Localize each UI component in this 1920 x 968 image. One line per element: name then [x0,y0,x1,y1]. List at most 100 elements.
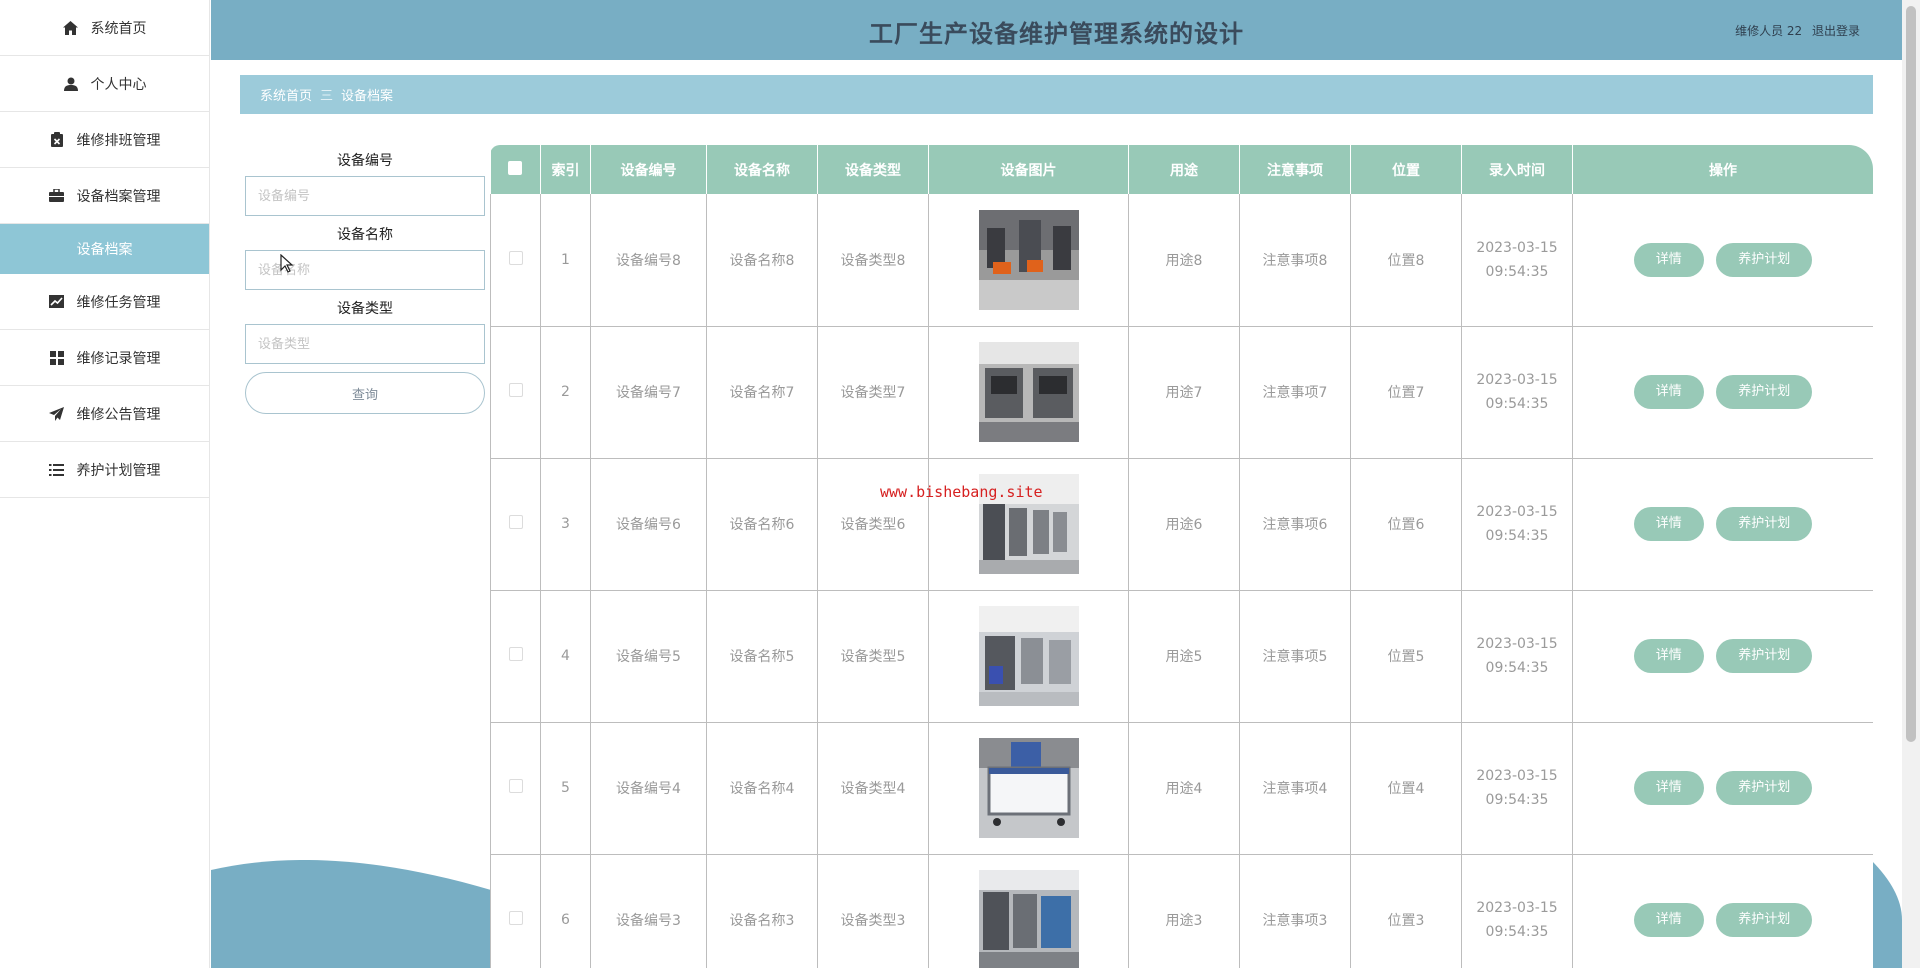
notes-cell: 注意事项8 [1239,194,1351,327]
row-checkbox[interactable] [508,383,523,397]
chart-icon [49,294,65,310]
actions-cell: 详情 养护计划 [1572,854,1873,968]
table-row: 6 设备编号3 设备名称3 设备类型3 用途3 注意事项3 位置3 2023-0… [490,854,1873,968]
sidebar-item-label: 设备档案 [76,242,133,258]
name-cell: 设备名称5 [706,590,818,723]
sidebar-item-label: 养护计划管理 [76,462,161,479]
user-area: 维修人员 22 退出登录 [1729,22,1860,39]
image-cell [928,326,1129,459]
sidebar-item-label: 设备档案管理 [76,188,161,205]
date-text: 2023-03-15 [1476,504,1558,520]
detail-button[interactable]: 详情 [1633,507,1704,541]
row-select-cell[interactable] [490,722,541,855]
sidebar-item-notices[interactable]: 维修公告管理 [0,386,209,442]
name-cell: 设备名称8 [706,194,818,327]
index-cell: 5 [540,722,591,855]
sidebar-item-records[interactable]: 维修记录管理 [0,330,209,386]
maintenance-plan-button[interactable]: 养护计划 [1716,639,1813,673]
scrollbar-thumb[interactable] [1906,6,1916,742]
usage-cell: 用途7 [1128,326,1240,459]
row-checkbox[interactable] [508,779,523,793]
name-cell: 设备名称7 [706,326,818,459]
sidebar-item-schedule[interactable]: 维修排班管理 [0,112,209,168]
image-cell [928,722,1129,855]
equipment-image [978,870,1079,968]
type-cell: 设备类型7 [817,326,929,459]
table-header-row: 索引 设备编号 设备名称 设备类型 设备图片 用途 注意事项 位置 录入时间 操… [490,145,1873,194]
maintenance-plan-button[interactable]: 养护计划 [1716,375,1813,409]
row-checkbox[interactable] [508,647,523,661]
type-cell: 设备类型4 [817,722,929,855]
breadcrumb-home[interactable]: 系统首页 [260,85,312,104]
row-select-cell[interactable] [490,326,541,459]
table-row: 1 设备编号8 设备名称8 设备类型8 用途8 注意事项8 位置8 2023-0… [490,194,1873,327]
notes-cell: 注意事项7 [1239,326,1351,459]
index-cell: 1 [540,194,591,327]
detail-button[interactable]: 详情 [1633,771,1704,805]
clock-text: 09:54:35 [1485,396,1549,412]
date-text: 2023-03-15 [1476,239,1558,256]
detail-button[interactable]: 详情 [1633,639,1704,673]
actions-cell: 详情 养护计划 [1572,194,1873,327]
detail-button[interactable]: 详情 [1633,242,1704,277]
code-label: 设备编号 [337,153,393,169]
equipment-image [978,342,1079,442]
maintenance-plan-button[interactable]: 养护计划 [1716,507,1813,541]
detail-button[interactable]: 详情 [1633,903,1704,937]
time-cell: 2023-03-15 09:54:35 [1461,458,1573,591]
row-select-cell[interactable] [490,194,541,327]
page-title: 工厂生产设备维护管理系统的设计 [869,20,1244,48]
table-row: 4 设备编号5 设备名称5 设备类型5 用途5 注意事项5 位置5 2023-0… [490,590,1873,723]
column-header: 录入时间 [1461,145,1573,194]
logout-link[interactable]: 退出登录 [1812,24,1860,38]
sidebar-item-tasks[interactable]: 维修任务管理 [0,274,209,330]
select-all-header[interactable] [490,145,541,194]
column-header: 注意事项 [1239,145,1351,194]
sidebar-item-home[interactable]: 系统首页 [0,0,209,56]
row-checkbox[interactable] [508,911,523,925]
location-cell: 位置5 [1350,590,1462,723]
notes-cell: 注意事项4 [1239,722,1351,855]
type-input[interactable] [245,324,485,364]
actions-cell: 详情 养护计划 [1572,590,1873,723]
maintenance-plan-button[interactable]: 养护计划 [1716,903,1813,937]
search-button[interactable]: 查询 [245,372,485,414]
code-cell: 设备编号6 [590,458,707,591]
maintenance-plan-button[interactable]: 养护计划 [1716,771,1813,805]
sidebar-item-profile[interactable]: 个人中心 [0,56,209,112]
clock-text: 09:54:35 [1485,263,1549,280]
name-cell: 设备名称3 [706,854,818,968]
sidebar-item-label: 维修记录管理 [76,350,161,367]
breadcrumb-current: 设备档案 [341,89,394,104]
type-label: 设备类型 [337,301,393,317]
sidebar-item-plans[interactable]: 养护计划管理 [0,442,209,498]
image-cell [928,458,1129,591]
sidebar-item-label: 个人中心 [90,76,147,93]
column-header: 设备图片 [928,145,1129,194]
type-cell: 设备类型8 [817,194,929,327]
location-cell: 位置8 [1350,194,1462,327]
maintenance-plan-button[interactable]: 养护计划 [1716,242,1813,277]
time-cell: 2023-03-15 09:54:35 [1461,854,1573,968]
time-cell: 2023-03-15 09:54:35 [1461,590,1573,723]
date-text: 2023-03-15 [1476,768,1558,784]
send-icon [49,406,65,422]
usage-cell: 用途3 [1128,854,1240,968]
sidebar-subitem-archive[interactable]: 设备档案 [0,224,209,274]
equipment-image [978,209,1079,310]
page-scrollbar[interactable] [1902,0,1920,968]
row-checkbox[interactable] [508,250,523,265]
row-select-cell[interactable] [490,590,541,723]
row-select-cell[interactable] [490,854,541,968]
row-checkbox[interactable] [508,515,523,529]
column-header: 设备类型 [817,145,929,194]
index-cell: 6 [540,854,591,968]
detail-button[interactable]: 详情 [1633,375,1704,409]
select-all-checkbox[interactable] [508,160,523,175]
row-select-cell[interactable] [490,458,541,591]
code-input[interactable] [245,176,485,216]
home-icon [63,20,79,36]
location-cell: 位置7 [1350,326,1462,459]
actions-cell: 详情 养护计划 [1572,722,1873,855]
sidebar-item-archive[interactable]: 设备档案管理 [0,168,209,224]
